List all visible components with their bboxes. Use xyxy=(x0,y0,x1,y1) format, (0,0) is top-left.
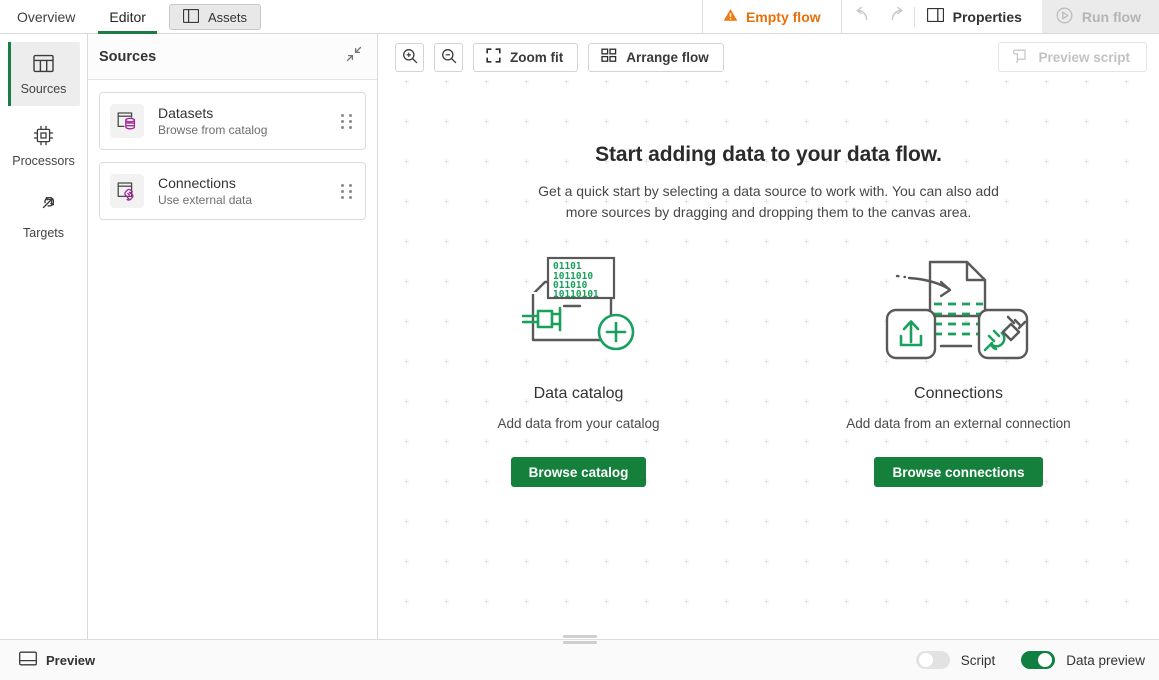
top-bar: Overview Editor Assets Empty flow xyxy=(0,0,1159,34)
empty-flow-label: Empty flow xyxy=(746,9,821,25)
drag-dots-icon[interactable] xyxy=(333,174,359,208)
source-card-datasets-text: Datasets Browse from catalog xyxy=(158,105,333,137)
magnifier-minus-icon xyxy=(441,48,457,67)
collapse-panel-button[interactable] xyxy=(343,46,365,68)
empty-state-options: 01101 1011010 011010 10110101 xyxy=(454,253,1084,487)
option-data-catalog-subtitle: Add data from your catalog xyxy=(497,416,659,431)
preview-script-label: Preview script xyxy=(1038,50,1130,65)
source-card-datasets-title: Datasets xyxy=(158,105,333,121)
sources-panel-header: Sources xyxy=(88,34,377,80)
zoom-in-button[interactable] xyxy=(395,43,424,72)
target-arrow-icon xyxy=(33,197,54,219)
arrange-flow-button[interactable]: Arrange flow xyxy=(588,43,724,72)
browse-catalog-button[interactable]: Browse catalog xyxy=(511,457,647,487)
grid-squares-icon xyxy=(601,48,617,66)
sidebar-item-targets-label: Targets xyxy=(23,226,64,240)
properties-button[interactable]: Properties xyxy=(915,8,1038,25)
status-bar: Preview Script Data preview xyxy=(0,640,1159,680)
empty-flow-status[interactable]: Empty flow xyxy=(702,0,841,33)
data-catalog-illustration: 01101 1011010 011010 10110101 xyxy=(522,253,636,363)
play-circle-icon xyxy=(1056,7,1073,27)
tab-overview-label: Overview xyxy=(17,9,75,25)
zoom-fit-label: Zoom fit xyxy=(510,50,563,65)
arrange-flow-label: Arrange flow xyxy=(626,50,709,65)
plug-window-icon xyxy=(110,174,144,208)
connections-illustration xyxy=(885,253,1033,363)
option-data-catalog: 01101 1011010 011010 10110101 xyxy=(454,253,704,487)
panel-left-icon xyxy=(183,9,199,26)
main-row: Sources Processors xyxy=(0,34,1159,639)
sources-panel: Sources xyxy=(88,34,378,639)
redo-arrow-icon xyxy=(887,6,906,28)
source-card-datasets-subtitle: Browse from catalog xyxy=(158,123,333,137)
data-preview-toggle-label: Data preview xyxy=(1066,653,1145,668)
run-flow-button[interactable]: Run flow xyxy=(1042,0,1159,33)
run-flow-label: Run flow xyxy=(1082,9,1141,25)
source-card-connections-subtitle: Use external data xyxy=(158,193,333,207)
collapse-diagonal-icon xyxy=(346,46,362,67)
sidebar-item-processors-label: Processors xyxy=(12,154,75,168)
script-toggle[interactable] xyxy=(916,651,950,669)
source-card-connections[interactable]: Connections Use external data xyxy=(99,162,366,220)
page-title: Sources xyxy=(99,49,343,65)
option-connections-subtitle: Add data from an external connection xyxy=(846,416,1070,431)
option-connections: Connections Add data from an external co… xyxy=(834,253,1084,487)
database-window-icon xyxy=(110,104,144,138)
preview-toggle-button[interactable]: Preview xyxy=(8,646,106,674)
fit-brackets-icon xyxy=(486,48,501,66)
sidebar-item-processors[interactable]: Processors xyxy=(8,114,80,178)
source-card-datasets[interactable]: Datasets Browse from catalog xyxy=(99,92,366,150)
panel-splitter[interactable] xyxy=(0,639,1159,640)
script-toggle-group: Script xyxy=(916,651,996,669)
data-preview-toggle[interactable] xyxy=(1021,651,1055,669)
panel-bottom-icon xyxy=(19,651,37,669)
script-scroll-icon xyxy=(1012,48,1028,67)
zoom-fit-button[interactable]: Zoom fit xyxy=(473,43,578,72)
topbar-right-group: Empty flow Prope xyxy=(702,0,1159,33)
zoom-out-button[interactable] xyxy=(434,43,463,72)
tab-editor-label: Editor xyxy=(109,9,146,25)
assets-button-label: Assets xyxy=(208,10,247,25)
magnifier-plus-icon xyxy=(402,48,418,67)
flow-canvas[interactable]: Start adding data to your data flow. Get… xyxy=(378,80,1159,639)
left-rail: Sources Processors xyxy=(0,34,88,639)
chip-icon xyxy=(33,125,54,147)
sidebar-item-sources[interactable]: Sources xyxy=(8,42,80,106)
option-connections-title: Connections xyxy=(914,385,1003,403)
undo-arrow-icon xyxy=(853,6,872,28)
script-toggle-label: Script xyxy=(961,653,996,668)
history-button-group: Properties xyxy=(841,0,1042,33)
properties-label: Properties xyxy=(953,9,1022,25)
app-window: Overview Editor Assets Empty flow xyxy=(0,0,1159,680)
topbar-spacer xyxy=(261,0,702,33)
drag-dots-icon[interactable] xyxy=(333,104,359,138)
option-data-catalog-title: Data catalog xyxy=(534,385,624,403)
table-icon xyxy=(33,53,54,75)
panel-right-icon xyxy=(927,8,944,25)
source-card-connections-title: Connections xyxy=(158,175,333,191)
preview-label: Preview xyxy=(46,653,95,668)
canvas-toolbar: Zoom fit Arrange flow Preview script xyxy=(378,34,1159,80)
sources-card-list: Datasets Browse from catalog xyxy=(88,80,377,232)
data-preview-toggle-group: Data preview xyxy=(1021,651,1145,669)
warning-triangle-icon xyxy=(723,8,738,25)
browse-connections-button[interactable]: Browse connections xyxy=(874,457,1042,487)
source-card-connections-text: Connections Use external data xyxy=(158,175,333,207)
svg-text:10110101: 10110101 xyxy=(553,289,599,300)
assets-button[interactable]: Assets xyxy=(169,4,261,30)
canvas-area: Zoom fit Arrange flow Preview script xyxy=(378,34,1159,639)
redo-button[interactable] xyxy=(880,0,914,34)
sidebar-item-sources-label: Sources xyxy=(21,82,67,96)
sidebar-item-targets[interactable]: Targets xyxy=(8,186,80,250)
tab-editor[interactable]: Editor xyxy=(92,0,163,34)
empty-state: Start adding data to your data flow. Get… xyxy=(378,80,1159,639)
tab-overview[interactable]: Overview xyxy=(0,0,92,34)
empty-state-title: Start adding data to your data flow. xyxy=(595,143,942,167)
undo-button[interactable] xyxy=(846,0,880,34)
empty-state-subtitle: Get a quick start by selecting a data so… xyxy=(534,181,1004,223)
preview-script-button[interactable]: Preview script xyxy=(998,42,1147,72)
